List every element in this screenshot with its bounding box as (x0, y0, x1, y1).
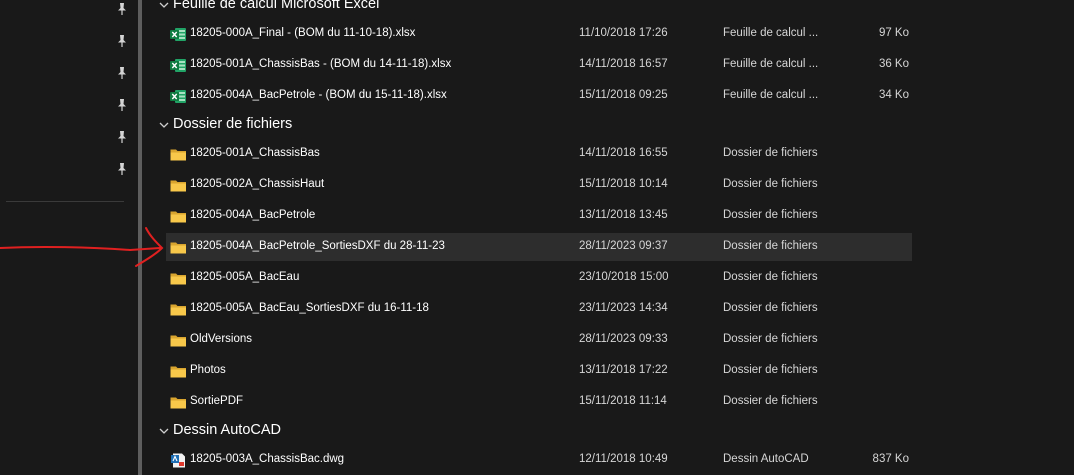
folder-icon (170, 395, 187, 410)
file-date: 28/11/2023 09:33 (579, 333, 668, 345)
file-list: Feuille de calcul Microsoft Excel 18205-… (143, 0, 1074, 475)
annotation-arrow-icon (0, 227, 164, 267)
file-type: Dossier de fichiers (723, 178, 818, 190)
autocad-file-icon (170, 453, 187, 468)
file-date: 14/11/2018 16:55 (579, 147, 668, 159)
pin-icon[interactable] (115, 130, 129, 144)
file-name: 18205-004A_BacPetrole (190, 209, 316, 221)
file-name: 18205-001A_ChassisBas - (BOM du 14-11-18… (190, 58, 452, 70)
pin-icon[interactable] (115, 66, 129, 80)
chevron-down-icon[interactable] (158, 424, 170, 436)
file-row[interactable]: 18205-000A_Final - (BOM du 11-10-18).xls… (166, 20, 912, 48)
pin-icon[interactable] (115, 2, 129, 16)
file-size: 36 Ko (878, 58, 909, 70)
group-header-folders[interactable]: Dossier de fichiers (143, 114, 1074, 138)
folder-row[interactable]: SortiePDF 15/11/2018 11:14 Dossier de fi… (166, 388, 912, 416)
folder-row[interactable]: 18205-005A_BacEau 23/10/2018 15:00 Dossi… (166, 264, 912, 292)
folder-icon (170, 209, 187, 224)
file-type: Feuille de calcul ... (723, 58, 819, 70)
file-date: 23/10/2018 15:00 (579, 271, 669, 283)
folder-row[interactable]: OldVersions 28/11/2023 09:33 Dossier de … (166, 326, 912, 354)
file-type: Feuille de calcul ... (723, 27, 819, 39)
excel-file-icon (170, 58, 187, 73)
file-type: Feuille de calcul ... (723, 89, 819, 101)
file-date: 15/11/2018 09:25 (579, 89, 668, 101)
file-date: 15/11/2018 11:14 (579, 395, 667, 407)
file-name: SortiePDF (190, 395, 244, 407)
folder-icon (170, 178, 187, 193)
group-title: Feuille de calcul Microsoft Excel (173, 0, 380, 12)
file-size: 97 Ko (878, 27, 909, 39)
folder-icon (170, 302, 187, 317)
pin-icon[interactable] (115, 34, 129, 48)
file-date: 13/11/2018 17:22 (579, 364, 668, 376)
chevron-down-icon[interactable] (158, 0, 170, 10)
folder-row[interactable]: 18205-001A_ChassisBas 14/11/2018 16:55 D… (166, 140, 912, 168)
folder-row[interactable]: 18205-004A_BacPetrole 13/11/2018 13:45 D… (166, 202, 912, 230)
pin-icon[interactable] (115, 162, 129, 176)
file-date: 12/11/2018 10:49 (579, 453, 668, 465)
folder-row[interactable]: 18205-002A_ChassisHaut 15/11/2018 10:14 … (166, 171, 912, 199)
excel-file-icon (170, 89, 187, 104)
folder-icon (170, 147, 187, 162)
folder-row[interactable]: Photos 13/11/2018 17:22 Dossier de fichi… (166, 357, 912, 385)
file-type: Dossier de fichiers (723, 147, 818, 159)
chevron-down-icon[interactable] (158, 118, 170, 130)
file-name: 18205-001A_ChassisBas (190, 147, 320, 159)
file-type: Dossier de fichiers (723, 333, 818, 345)
file-date: 28/11/2023 09:37 (579, 240, 668, 252)
file-type: Dossier de fichiers (723, 302, 818, 314)
nav-divider (6, 201, 124, 202)
file-size: 837 Ko (872, 453, 909, 465)
file-type: Dossier de fichiers (723, 240, 818, 252)
pin-icon[interactable] (115, 98, 129, 112)
folder-icon (170, 364, 187, 379)
file-name: OldVersions (190, 333, 253, 345)
folder-icon (170, 240, 187, 255)
file-name: Photos (190, 364, 226, 376)
file-date: 14/11/2018 16:57 (579, 58, 668, 70)
file-row[interactable]: 18205-001A_ChassisBas - (BOM du 14-11-18… (166, 51, 912, 79)
file-name: 18205-002A_ChassisHaut (190, 178, 325, 190)
group-header-excel[interactable]: Feuille de calcul Microsoft Excel (143, 0, 1074, 18)
file-name: 18205-000A_Final - (BOM du 11-10-18).xls… (190, 27, 416, 39)
file-row[interactable]: 18205-003A_ChassisBac.dwg 12/11/2018 10:… (166, 446, 912, 474)
file-date: 13/11/2018 13:45 (579, 209, 668, 221)
excel-file-icon (170, 27, 187, 42)
file-date: 11/10/2018 17:26 (579, 27, 668, 39)
folder-row[interactable]: 18205-005A_BacEau_SortiesDXF du 16-11-18… (166, 295, 912, 323)
file-type: Dossier de fichiers (723, 271, 818, 283)
group-title: Dossier de fichiers (173, 116, 293, 132)
file-type: Dossier de fichiers (723, 209, 818, 221)
file-name: 18205-005A_BacEau_SortiesDXF du 16-11-18 (190, 302, 429, 314)
file-type: Dessin AutoCAD (723, 453, 809, 465)
file-date: 23/11/2023 14:34 (579, 302, 668, 314)
file-name: 18205-005A_BacEau (190, 271, 300, 283)
file-name: 18205-003A_ChassisBac.dwg (190, 453, 345, 465)
file-name: 18205-004A_BacPetrole - (BOM du 15-11-18… (190, 89, 447, 101)
folder-icon (170, 333, 187, 348)
file-type: Dossier de fichiers (723, 364, 818, 376)
file-type: Dossier de fichiers (723, 395, 818, 407)
file-row[interactable]: 18205-004A_BacPetrole - (BOM du 15-11-18… (166, 82, 912, 110)
folder-row-selected[interactable]: 18205-004A_BacPetrole_SortiesDXF du 28-1… (166, 233, 912, 261)
group-title: Dessin AutoCAD (173, 422, 281, 438)
file-date: 15/11/2018 10:14 (579, 178, 668, 190)
group-header-autocad[interactable]: Dessin AutoCAD (143, 420, 1074, 444)
file-size: 34 Ko (878, 89, 909, 101)
file-name: 18205-004A_BacPetrole_SortiesDXF du 28-1… (190, 240, 445, 252)
folder-icon (170, 271, 187, 286)
